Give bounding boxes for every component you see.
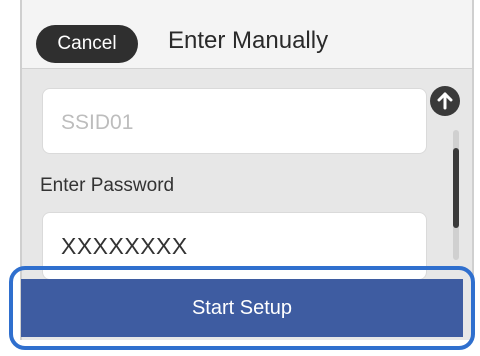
password-label: Enter Password	[40, 175, 175, 196]
scrollbar-thumb[interactable]	[453, 148, 459, 228]
page-title: Enter Manually	[168, 27, 329, 54]
arrow-up-icon	[437, 92, 453, 110]
scroll-up-button[interactable]	[430, 86, 460, 116]
ssid-value: SSID01	[61, 111, 134, 134]
header-bar: Cancel Enter Manually	[22, 0, 472, 69]
ssid-field[interactable]: SSID01	[42, 88, 427, 154]
password-value: XXXXXXXX	[61, 233, 188, 259]
start-setup-button[interactable]: Start Setup	[21, 279, 463, 337]
cancel-button[interactable]: Cancel	[36, 25, 138, 63]
